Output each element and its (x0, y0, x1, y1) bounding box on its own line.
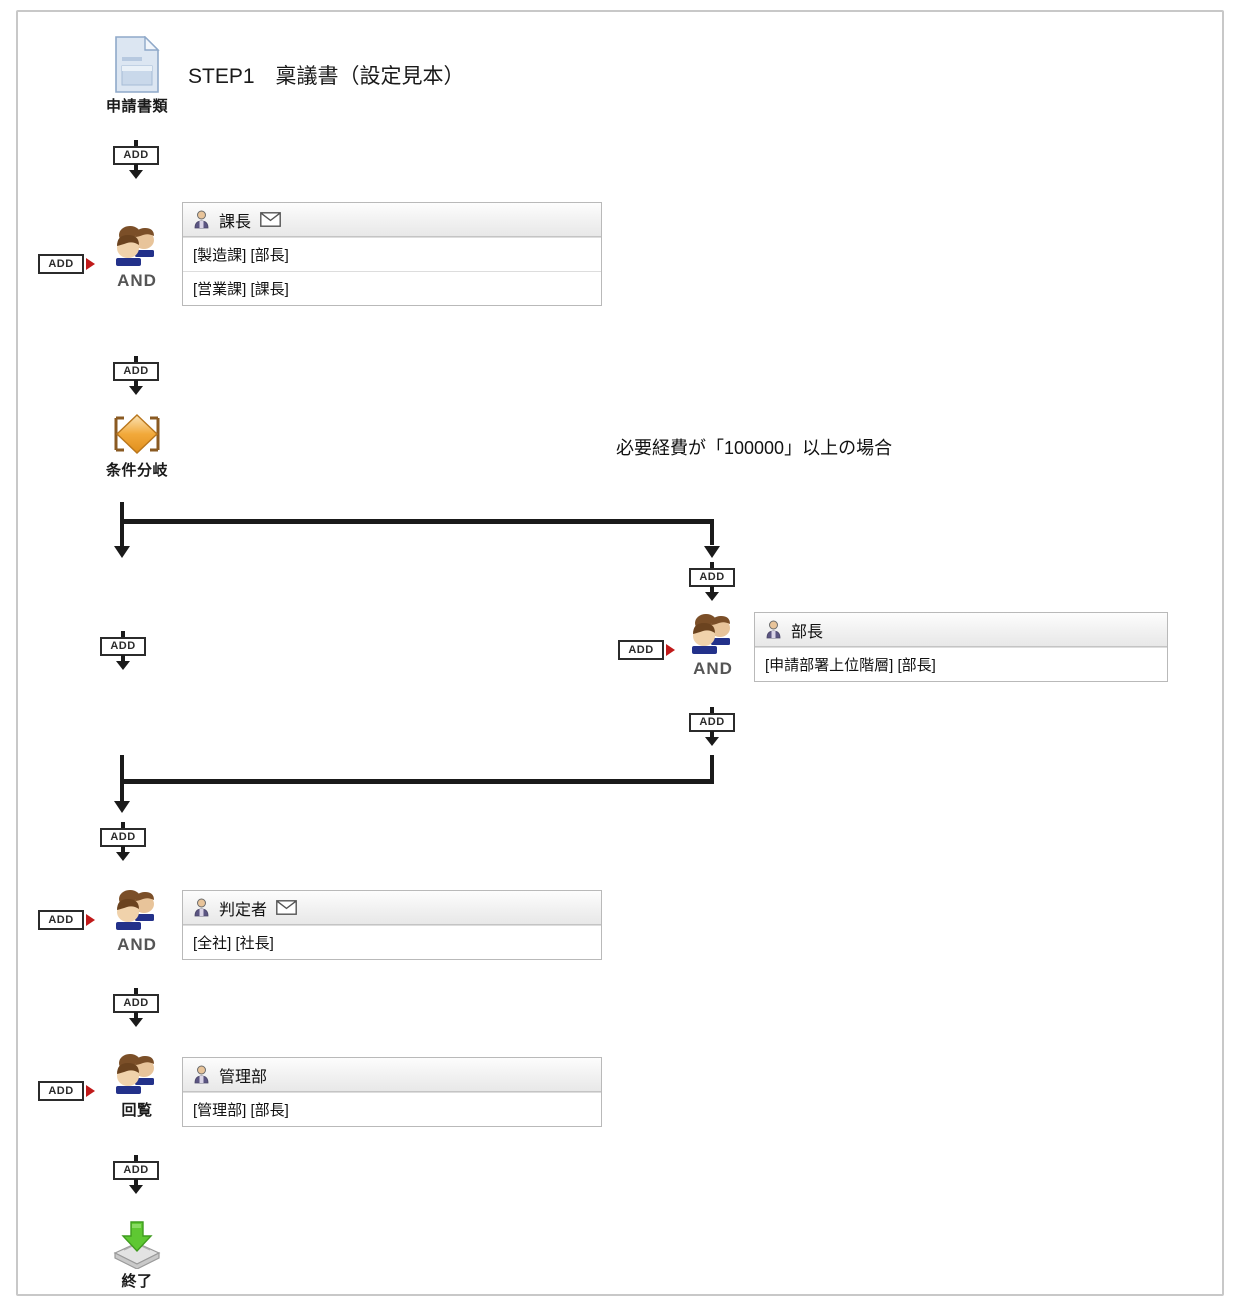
step-node-bucho[interactable]: AND (668, 612, 758, 679)
add-button-label: ADD (113, 994, 159, 1013)
step-node-hanteisha[interactable]: AND (92, 888, 182, 955)
card-title: 判定者 (219, 901, 268, 919)
add-button-label: ADD (113, 1161, 159, 1180)
step-node-caption: 回覧 (121, 1102, 153, 1119)
arrowhead-icon (129, 1185, 143, 1194)
arrowhead-icon (129, 386, 143, 395)
page-title: STEP1 稟議書（設定見本） (188, 65, 465, 88)
end-node-caption: 終了 (121, 1273, 153, 1290)
add-button-label: ADD (689, 713, 735, 732)
arrowhead-icon (116, 661, 130, 670)
card-row: [申請部署上位階層] [部長] (755, 647, 1167, 681)
card-row: [管理部] [部長] (183, 1092, 601, 1126)
person-icon (194, 898, 209, 917)
card-header: 部長 (755, 613, 1167, 647)
branch-condition-label: 必要経費が「100000」以上の場合 (616, 438, 893, 458)
merge-bar (120, 779, 714, 784)
approver-card-kacho[interactable]: 課長 [製造課] [部長] [営業課] [課長] (182, 202, 602, 306)
approver-card-bucho[interactable]: 部長 [申請部署上位階層] [部長] (754, 612, 1168, 682)
add-button-left-of-kacho[interactable]: ADD (38, 254, 100, 276)
add-button-label: ADD (113, 146, 159, 165)
step-node-kanribu[interactable]: 回覧 (92, 1052, 182, 1120)
add-button-label: ADD (38, 910, 84, 930)
person-icon (766, 620, 781, 639)
card-row: [営業課] [課長] (183, 271, 601, 305)
branch-right-stem (710, 519, 714, 545)
branch-split-stem (120, 502, 124, 548)
add-button-label: ADD (38, 254, 84, 274)
card-title: 部長 (791, 623, 824, 641)
person-icon (194, 210, 209, 229)
add-button-after-kanribu[interactable]: ADD (113, 1155, 159, 1195)
card-header: 判定者 (183, 891, 601, 925)
add-button-label: ADD (38, 1081, 84, 1101)
arrowhead-icon (114, 801, 130, 813)
people-icon (687, 612, 739, 658)
add-button-label: ADD (100, 637, 146, 656)
add-button-right-branch-top[interactable]: ADD (689, 562, 735, 602)
branch-node[interactable]: 条件分岐 (92, 412, 182, 480)
document-icon (114, 36, 160, 94)
start-node[interactable]: 申請書類 (92, 36, 182, 116)
add-button-after-hanteisha[interactable]: ADD (113, 988, 159, 1028)
add-button-label: ADD (689, 568, 735, 587)
add-button-label: ADD (618, 640, 664, 660)
step-node-kacho[interactable]: AND (92, 224, 182, 291)
add-button-after-merge[interactable]: ADD (100, 822, 146, 862)
card-row: [製造課] [部長] (183, 237, 601, 271)
card-header: 課長 (183, 203, 601, 237)
mail-icon (260, 212, 281, 227)
add-button-left-of-hanteisha[interactable]: ADD (38, 910, 100, 932)
mail-icon (276, 900, 297, 915)
people-icon (111, 1052, 163, 1098)
add-button-left-branch[interactable]: ADD (100, 631, 146, 671)
branch-split-bar (120, 519, 714, 524)
card-row: [全社] [社長] (183, 925, 601, 959)
step-node-caption: AND (117, 935, 157, 954)
arrowhead-icon (114, 546, 130, 558)
person-icon (194, 1065, 209, 1084)
diamond-icon (106, 412, 168, 458)
card-title: 課長 (219, 213, 252, 231)
people-icon (111, 888, 163, 934)
add-button-right-branch-bottom[interactable]: ADD (689, 707, 735, 747)
end-arrow-tray-icon (111, 1219, 163, 1270)
step-node-caption: AND (117, 271, 157, 290)
add-button-label: ADD (113, 362, 159, 381)
end-node[interactable]: 終了 (92, 1219, 182, 1291)
add-button-left-of-kanribu[interactable]: ADD (38, 1081, 100, 1103)
arrowhead-icon (116, 852, 130, 861)
start-node-caption: 申請書類 (105, 98, 168, 115)
merge-right-stem (710, 755, 714, 781)
arrowhead-icon (129, 170, 143, 179)
arrowhead-icon (704, 546, 720, 558)
card-header: 管理部 (183, 1058, 601, 1092)
branch-node-caption: 条件分岐 (105, 462, 168, 479)
arrowhead-icon (705, 592, 719, 601)
add-button-label: ADD (100, 828, 146, 847)
arrowhead-icon (705, 737, 719, 746)
people-icon (111, 224, 163, 270)
approver-card-hanteisha[interactable]: 判定者 [全社] [社長] (182, 890, 602, 960)
approver-card-kanribu[interactable]: 管理部 [管理部] [部長] (182, 1057, 602, 1127)
workflow-diagram-canvas: 申請書類 STEP1 稟議書（設定見本） ADD ADD AND 課長 [製造課… (0, 0, 1240, 1310)
step-node-caption: AND (693, 659, 733, 678)
add-button-after-kacho[interactable]: ADD (113, 356, 159, 396)
add-button-after-start[interactable]: ADD (113, 140, 159, 180)
card-title: 管理部 (219, 1068, 268, 1086)
arrowhead-icon (129, 1018, 143, 1027)
